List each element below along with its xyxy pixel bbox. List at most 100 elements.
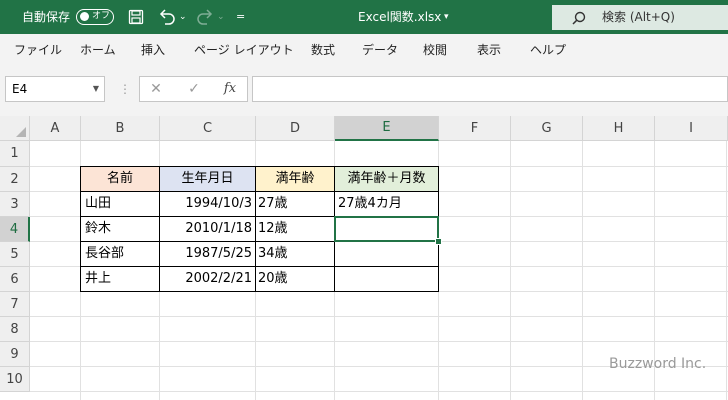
table-cell[interactable]: 2002/2/21 xyxy=(159,266,256,292)
row-header-1[interactable]: 1 xyxy=(0,141,30,167)
column-header-f[interactable]: F xyxy=(439,116,511,141)
enter-icon[interactable]: ✓ xyxy=(184,76,204,102)
ribbon-tabs: ファイル ホーム 挿入 ページ レイアウト 数式 データ 校閲 表示 ヘルプ xyxy=(0,34,728,67)
select-all-corner[interactable] xyxy=(0,116,30,141)
tab-view[interactable]: 表示 xyxy=(477,34,501,66)
table-cell[interactable]: 1994/10/3 xyxy=(159,191,256,217)
fill-handle[interactable] xyxy=(435,238,442,245)
cell-text: 12歳 xyxy=(258,221,288,236)
autosave-label: 自動保存 xyxy=(22,10,71,24)
column-header-g[interactable]: G xyxy=(511,116,583,141)
undo-dropdown-icon[interactable]: ⌄ xyxy=(179,0,187,34)
gridline xyxy=(0,391,728,392)
gridline xyxy=(726,116,727,400)
filename-dropdown-icon[interactable]: ▾ xyxy=(444,0,449,34)
save-icon[interactable] xyxy=(128,9,144,25)
customize-qat-icon[interactable]: = xyxy=(236,0,245,34)
tab-review[interactable]: 校閲 xyxy=(423,34,447,66)
table-header-text: 名前 xyxy=(106,171,133,186)
select-all-icon xyxy=(16,127,26,137)
row-header-10[interactable]: 10 xyxy=(0,367,30,392)
tab-data[interactable]: データ xyxy=(362,34,398,66)
redo-dropdown-icon[interactable]: ⌄ xyxy=(217,0,225,34)
formula-bar-grip-icon: ⋮ xyxy=(119,82,131,96)
column-header-h[interactable]: H xyxy=(583,116,655,141)
redo-icon[interactable] xyxy=(196,9,214,25)
active-cell-outline[interactable] xyxy=(334,216,439,242)
row-header-2[interactable]: 2 xyxy=(0,167,30,192)
table-header-name[interactable]: 名前 xyxy=(80,166,160,192)
table-header-birthdate[interactable]: 生年月日 xyxy=(159,166,256,192)
column-header-c[interactable]: C xyxy=(160,116,256,141)
tab-help[interactable]: ヘルプ xyxy=(530,34,566,66)
cell-text: 2010/1/18 xyxy=(185,221,252,236)
column-header-d[interactable]: D xyxy=(256,116,335,141)
file-name[interactable]: Excel関数.xlsx xyxy=(358,0,441,34)
title-bar: 自動保存 オフ ⌄ ⌄ = Excel関数.xlsx ▾ 検索 (Alt+Q) xyxy=(0,0,728,34)
column-header-b[interactable]: B xyxy=(81,116,160,141)
autosave-toggle[interactable]: オフ xyxy=(76,9,114,25)
formula-input[interactable] xyxy=(252,76,728,102)
search-label: 検索 (Alt+Q) xyxy=(602,10,675,24)
column-header-i[interactable]: I xyxy=(655,116,728,141)
row-header-3[interactable]: 3 xyxy=(0,192,30,217)
table-header-text: 生年月日 xyxy=(181,171,234,186)
table-cell[interactable]: 井上 xyxy=(80,266,160,292)
toggle-knob xyxy=(80,12,89,21)
column-header-a[interactable]: A xyxy=(30,116,81,141)
row-header-5[interactable]: 5 xyxy=(0,242,30,267)
row-header-4[interactable]: 4 xyxy=(0,217,30,242)
tab-insert[interactable]: 挿入 xyxy=(141,34,165,66)
tab-formulas[interactable]: 数式 xyxy=(311,34,335,66)
name-box-value: E4 xyxy=(12,82,28,96)
cell-text: 20歳 xyxy=(258,271,288,286)
table-cell[interactable]: 鈴木 xyxy=(80,216,160,242)
table-cell[interactable]: 山田 xyxy=(80,191,160,217)
gridline xyxy=(582,116,583,400)
row-header-7[interactable]: 7 xyxy=(0,292,30,317)
worksheet-grid[interactable]: A B C D E F G H I 1 2 3 4 5 6 7 8 9 10 名… xyxy=(0,116,728,400)
table-cell[interactable]: 2010/1/18 xyxy=(159,216,256,242)
cell-text: 27歳 xyxy=(258,196,288,211)
cell-text: 1994/10/3 xyxy=(185,196,252,211)
table-cell[interactable]: 1987/5/25 xyxy=(159,241,256,267)
table-header-age-months[interactable]: 満年齢＋月数 xyxy=(334,166,439,192)
cell-text: 2002/2/21 xyxy=(185,271,252,286)
table-cell[interactable]: 27歳4カ月 xyxy=(334,191,439,217)
cell-text: 長谷部 xyxy=(85,246,125,261)
row-header-9[interactable]: 9 xyxy=(0,342,30,367)
table-cell[interactable]: 長谷部 xyxy=(80,241,160,267)
cell-text: 1987/5/25 xyxy=(185,246,252,261)
formula-bar: E4 ▼ ⋮ ✕ ✓ fx xyxy=(0,66,728,116)
row-header-6[interactable]: 6 xyxy=(0,267,30,292)
table-header-text: 満年齢 xyxy=(275,171,315,186)
gridline xyxy=(0,341,728,342)
cell-text: 34歳 xyxy=(258,246,288,261)
table-cell[interactable]: 34歳 xyxy=(255,241,335,267)
table-header-text: 満年齢＋月数 xyxy=(347,171,426,186)
table-cell[interactable]: 12歳 xyxy=(255,216,335,242)
insert-function-icon[interactable]: fx xyxy=(220,76,240,102)
undo-icon[interactable] xyxy=(158,9,176,25)
name-box[interactable]: E4 ▼ xyxy=(5,76,105,102)
gridline xyxy=(0,316,728,317)
cancel-icon[interactable]: ✕ xyxy=(146,76,166,102)
cell-text: 27歳4カ月 xyxy=(338,196,402,211)
tab-file[interactable]: ファイル xyxy=(14,34,62,66)
column-header-e[interactable]: E xyxy=(335,116,439,141)
table-cell[interactable] xyxy=(334,266,439,292)
tab-page-layout[interactable]: ページ レイアウト xyxy=(194,34,294,66)
table-cell[interactable]: 20歳 xyxy=(255,266,335,292)
name-box-dropdown-icon[interactable]: ▼ xyxy=(93,77,99,101)
gridline xyxy=(510,116,511,400)
table-cell[interactable]: 27歳 xyxy=(255,191,335,217)
cell-text: 鈴木 xyxy=(85,221,112,236)
tab-home[interactable]: ホーム xyxy=(80,34,116,66)
cell-text: 山田 xyxy=(85,196,112,211)
search-box[interactable]: 検索 (Alt+Q) xyxy=(552,5,728,30)
table-cell[interactable] xyxy=(334,241,439,267)
cell-text: 井上 xyxy=(85,271,112,286)
table-header-age[interactable]: 満年齢 xyxy=(255,166,335,192)
row-header-8[interactable]: 8 xyxy=(0,317,30,342)
watermark: Buzzword Inc. xyxy=(609,356,707,372)
